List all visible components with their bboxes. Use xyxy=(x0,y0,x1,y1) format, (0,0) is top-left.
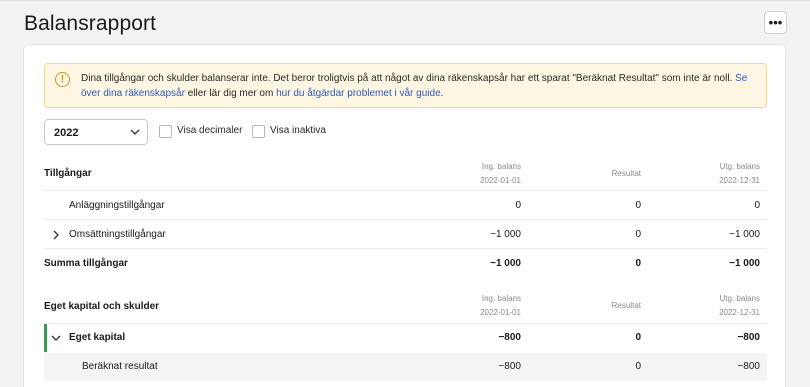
divider xyxy=(44,323,767,324)
calculated-result-opening: −800 xyxy=(498,361,521,372)
chevron-down-icon[interactable] xyxy=(51,333,61,343)
col-opening-date: 2022-01-01 xyxy=(480,308,521,317)
asset-row-opening: 0 xyxy=(515,200,521,211)
equity-group-result: 0 xyxy=(635,332,641,343)
equity-group-opening: −800 xyxy=(498,332,521,343)
report-card: ! Dina tillgångar och skulder balanserar… xyxy=(23,44,786,387)
alert-text-mid: eller lär dig mer om xyxy=(184,88,277,99)
show-inactive-label: Visa inaktiva xyxy=(270,125,326,136)
asset-row-result: 0 xyxy=(635,229,641,240)
total-assets-closing: −1 000 xyxy=(729,258,760,269)
divider xyxy=(44,219,767,220)
col-closing-label: Utg. balans xyxy=(719,162,760,171)
top-border xyxy=(0,0,810,1)
col-result-label: Resultat xyxy=(611,169,641,178)
more-options-button[interactable]: ••• xyxy=(764,11,787,34)
col-closing-date: 2022-12-31 xyxy=(719,308,760,317)
selected-row-marker xyxy=(44,324,47,352)
asset-row-label[interactable]: Omsättningstillgångar xyxy=(69,229,166,240)
guide-link[interactable]: hur du åtgärdar problemet i vår guide xyxy=(276,88,441,99)
col-opening-date: 2022-01-01 xyxy=(480,176,521,185)
col-opening-label: Ing. balans xyxy=(481,162,521,171)
col-opening-label: Ing. balans xyxy=(481,294,521,303)
equity-section-title: Eget kapital och skulder xyxy=(44,301,160,312)
total-assets-label: Summa tillgångar xyxy=(44,258,128,269)
alert-text-main: Dina tillgångar och skulder balanserar i… xyxy=(81,73,736,84)
assets-section-title: Tillgångar xyxy=(44,168,92,179)
col-closing-label: Utg. balans xyxy=(719,294,760,303)
equity-group-closing: −800 xyxy=(737,332,760,343)
asset-row-result: 0 xyxy=(635,200,641,211)
asset-row-closing: 0 xyxy=(754,200,760,211)
total-assets-opening: −1 000 xyxy=(490,258,521,269)
alert-text-end: . xyxy=(440,88,444,99)
alert-message: Dina tillgångar och skulder balanserar i… xyxy=(81,71,765,101)
year-select-value: 2022 xyxy=(54,127,79,139)
balance-warning-alert: ! Dina tillgångar och skulder balanserar… xyxy=(44,63,767,108)
page-title: Balansrapport xyxy=(24,12,157,35)
col-result-label: Resultat xyxy=(611,301,641,310)
asset-row-opening: −1 000 xyxy=(490,229,521,240)
asset-row-closing: −1 000 xyxy=(729,229,760,240)
chevron-right-icon[interactable] xyxy=(51,230,61,240)
warning-circle-icon: ! xyxy=(55,72,70,87)
chevron-down-icon xyxy=(130,129,140,135)
calculated-result-result: 0 xyxy=(635,361,641,372)
divider xyxy=(44,190,767,191)
divider xyxy=(44,248,767,249)
show-inactive-checkbox[interactable] xyxy=(252,125,265,138)
calculated-result-closing: −800 xyxy=(737,361,760,372)
total-assets-result: 0 xyxy=(635,258,641,269)
asset-row-label: Anläggningstillgångar xyxy=(69,200,165,211)
show-decimals-label: Visa decimaler xyxy=(177,125,243,136)
show-decimals-checkbox[interactable] xyxy=(159,125,172,138)
calculated-result-label: Beräknat resultat xyxy=(82,361,158,372)
col-closing-date: 2022-12-31 xyxy=(719,176,760,185)
year-select[interactable]: 2022 xyxy=(44,119,148,145)
equity-group-label[interactable]: Eget kapital xyxy=(69,332,125,343)
